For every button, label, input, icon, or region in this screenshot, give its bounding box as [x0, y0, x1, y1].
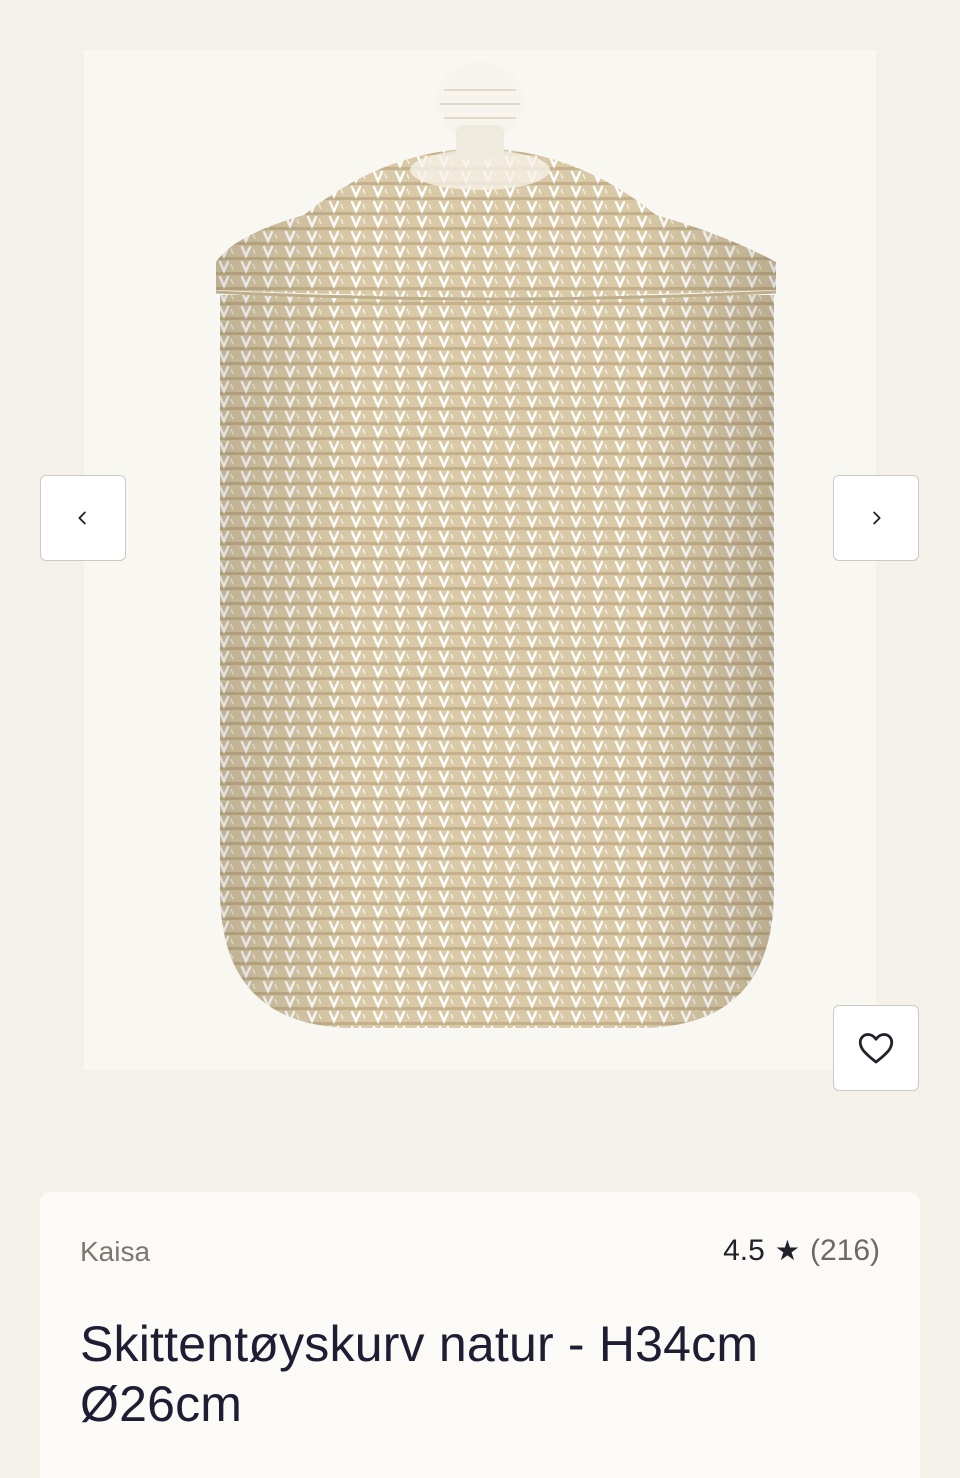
previous-image-button[interactable] — [40, 475, 126, 561]
rating-value: 4.5 — [723, 1234, 765, 1267]
chevron-left-icon — [78, 511, 86, 525]
favorite-button[interactable] — [833, 1005, 919, 1091]
star-icon: ★ — [774, 1235, 800, 1266]
next-image-button[interactable] — [833, 475, 919, 561]
chevron-right-icon — [873, 511, 881, 525]
product-title: Skittentøyskurv natur - H34cm Ø26cm — [80, 1316, 759, 1432]
brand-name: Kaisa — [80, 1236, 151, 1267]
rating: 4.5 ★ (216) — [723, 1234, 880, 1268]
product-page: Kaisa 4.5 ★ (216) Skittentøyskurv natur … — [0, 0, 960, 1478]
heart-icon — [858, 1033, 894, 1064]
laundry-basket-image — [215, 62, 777, 1028]
product-info-card[interactable]: Kaisa 4.5 ★ (216) Skittentøyskurv natur … — [40, 1192, 920, 1478]
product-image-carousel — [0, 0, 960, 1180]
product-photo — [84, 50, 876, 1070]
rating-count: (216) — [809, 1234, 880, 1267]
